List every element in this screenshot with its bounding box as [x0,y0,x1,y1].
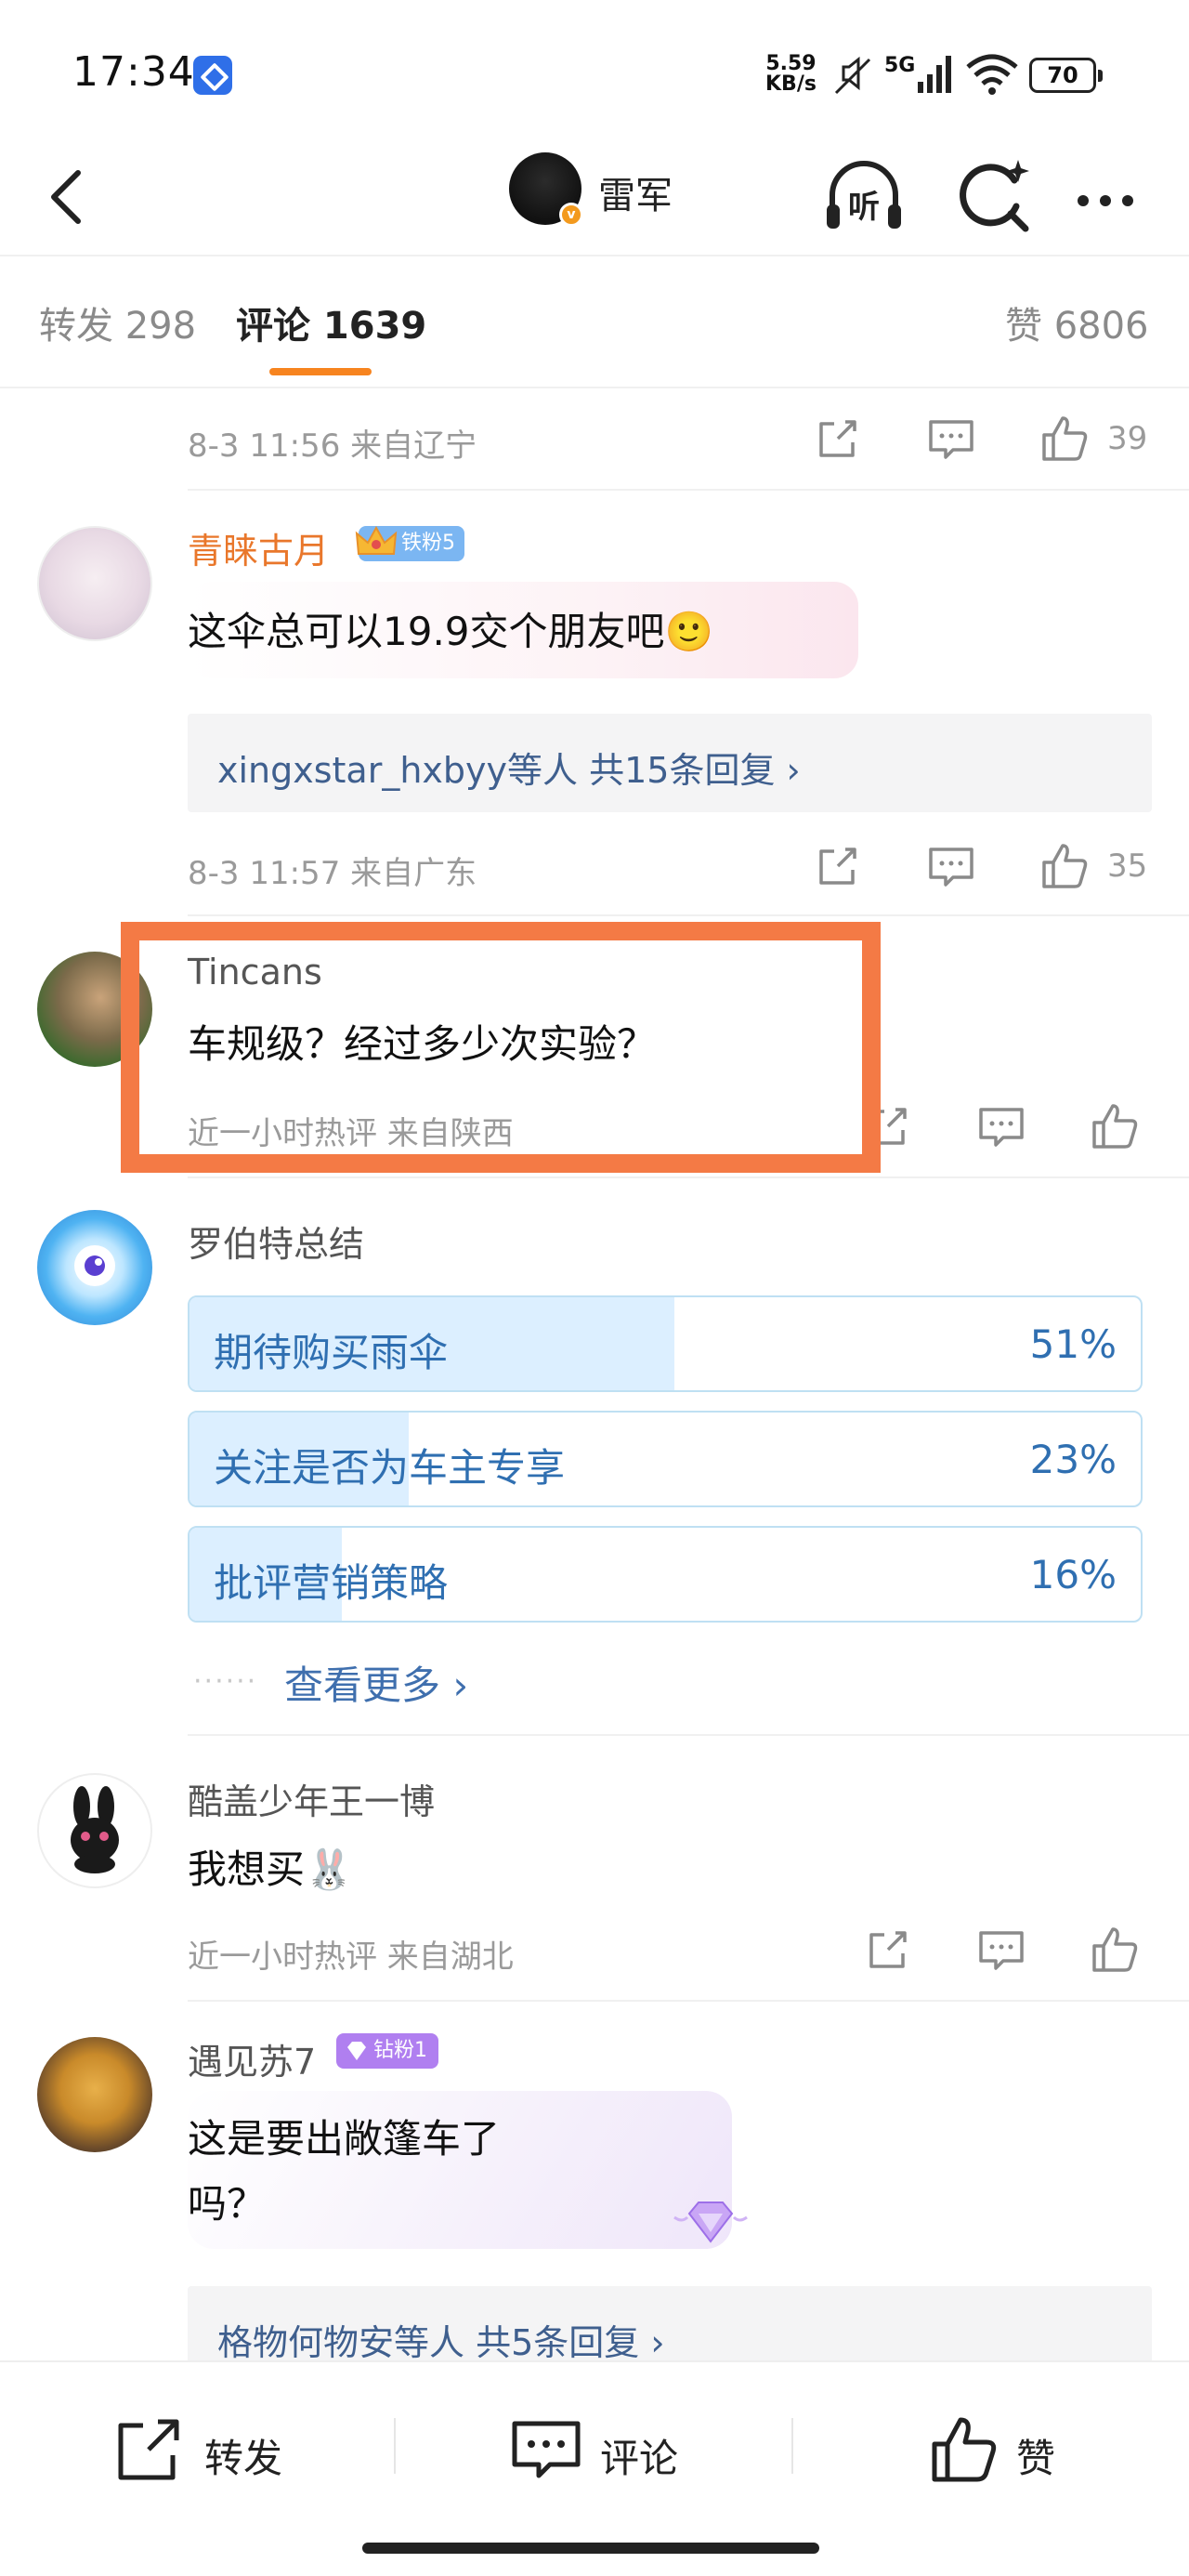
user-avatar[interactable] [37,526,152,641]
diamond-icon [347,2042,366,2060]
listen-label: 听 [848,189,880,226]
active-tab-indicator [269,368,372,375]
poll-option-label: 批评营销策略 [214,1560,449,1606]
comment-divider [188,914,1189,916]
rabbit-avatar-icon [71,1786,119,1873]
poll-option[interactable]: 关注是否为车主专享 23% [188,1411,1143,1507]
battery-indicator: 70 [1029,58,1103,93]
comment-meta-row: 8-3 11:57 来自广东 35 [188,838,1154,894]
reply-summary[interactable]: xingxstar_hxbyy等人 共15条回复 › [217,742,801,793]
comment-label: 评论 [600,2436,679,2481]
bottom-action-bar: 转发 评论 赞 [0,2360,1189,2576]
bottom-bar-divider [394,2418,396,2474]
like-button[interactable]: 赞 [927,2412,1094,2487]
poll-option-label: 关注是否为车主专享 [214,1445,566,1491]
comment-divider [188,2000,1189,2002]
fan-level-label: 铁粉5 [401,532,455,555]
user-avatar[interactable] [37,2037,152,2152]
comment-meta: 近一小时热评 来自湖北 [188,1939,514,1976]
page-title[interactable]: 雷军 [598,165,673,219]
signal-icon [918,56,951,93]
diamond-decoration-icon [673,2201,748,2243]
user-avatar[interactable] [37,1773,152,1888]
crown-icon [355,525,398,555]
poll-option-percent: 51% [1029,1321,1117,1367]
fan-level-label: 钻粉1 [373,2039,427,2062]
comment-divider [188,489,1189,491]
reply-comment-icon[interactable] [973,1098,1029,1154]
comment-text: 我想买🐰 [188,1847,354,1892]
thumbs-up-icon[interactable] [1037,838,1092,894]
tab-bar: 转发 298 评论 1639 赞 6806 [0,258,1189,388]
back-arrow-icon[interactable] [37,160,111,234]
poll-option-percent: 23% [1029,1437,1117,1482]
search-icon[interactable] [947,152,1037,242]
reply-comment-icon[interactable] [923,838,979,894]
listen-headphones-icon[interactable]: 听 [819,152,908,242]
comment-icon [512,2421,581,2478]
wifi-icon [966,54,1018,95]
comment-meta: 8-3 11:56 来自辽宁 [188,427,477,465]
comment-divider [188,1734,1189,1736]
poll-option-label: 期待购买雨伞 [214,1330,449,1375]
status-bar: 17:34 5.59 KB/s 5G 70 [0,0,1189,139]
comment-text: 这伞总可以19.9交个朋友吧🙂 [188,609,713,654]
verified-badge-icon: v [559,203,583,227]
network-speed: 5.59 KB/s [765,52,817,96]
poll-option-percent: 16% [1029,1552,1117,1597]
poll-more-link[interactable]: 查看更多 › [284,1654,468,1711]
reply-summary[interactable]: 格物何物安等人 共5条回复 › [217,2314,665,2365]
robot-eye-icon [74,1245,115,1286]
home-indicator [362,2543,819,2554]
bottom-bar-divider [791,2418,793,2474]
share-icon[interactable] [810,838,866,894]
reply-comment-icon[interactable] [973,1922,1029,1978]
comment-username[interactable]: 酷盖少年王一博 [188,1773,435,1824]
repost-button[interactable]: 转发 [111,2412,316,2487]
bot-avatar[interactable] [37,1210,152,1325]
thumbs-up-icon[interactable] [1087,1922,1143,1978]
app-notification-icon [193,56,232,95]
comment-username[interactable]: 遇见苏7 [188,2033,316,2084]
like-count: 35 [1107,848,1148,885]
comment-username[interactable]: 青睐古月 [188,522,329,573]
highlight-annotation-box [121,922,881,1173]
nav-bar: v 雷军 听 [0,139,1189,256]
reply-summary-box[interactable]: xingxstar_hxbyy等人 共15条回复 › [188,714,1152,812]
mute-icon [834,56,871,95]
poll-more-dots: ······ [193,1665,258,1698]
status-time: 17:34 [72,48,195,96]
more-options-icon[interactable] [1065,152,1154,242]
comment-text-line: 这是要出敞篷车了 [188,2116,501,2162]
share-icon[interactable] [860,1922,916,1978]
repost-label: 转发 [204,2436,283,2481]
comment-button[interactable]: 评论 [509,2412,713,2487]
comment-meta-row: 8-3 11:56 来自辽宁 39 [188,411,1154,467]
like-label: 赞 [1016,2436,1056,2481]
comment-meta-row: 近一小时热评 来自湖北 [188,1922,1154,1978]
profile-avatar[interactable]: v [509,152,583,227]
comment-username[interactable]: 罗伯特总结 [188,1216,364,1267]
comment-divider [188,1176,1189,1178]
tab-like[interactable]: 赞 6806 [1005,296,1149,349]
share-icon[interactable] [810,411,866,467]
fan-level-badge: 铁粉5 [355,525,464,561]
like-count: 39 [1107,420,1148,457]
poll-option[interactable]: 期待购买雨伞 51% [188,1295,1143,1392]
tab-comment[interactable]: 评论 1639 [236,296,426,349]
reply-comment-icon[interactable] [923,411,979,467]
thumbs-up-icon[interactable] [1037,411,1092,467]
tab-repost[interactable]: 转发 298 [39,296,196,349]
comment-text-line: 吗？ [188,2181,267,2227]
repost-icon [118,2419,179,2480]
thumbs-up-icon [932,2417,997,2482]
poll-option[interactable]: 批评营销策略 16% [188,1526,1143,1623]
thumbs-up-icon[interactable] [1087,1098,1143,1154]
comment-meta: 8-3 11:57 来自广东 [188,855,477,892]
fan-level-badge: 钻粉1 [336,2033,438,2069]
